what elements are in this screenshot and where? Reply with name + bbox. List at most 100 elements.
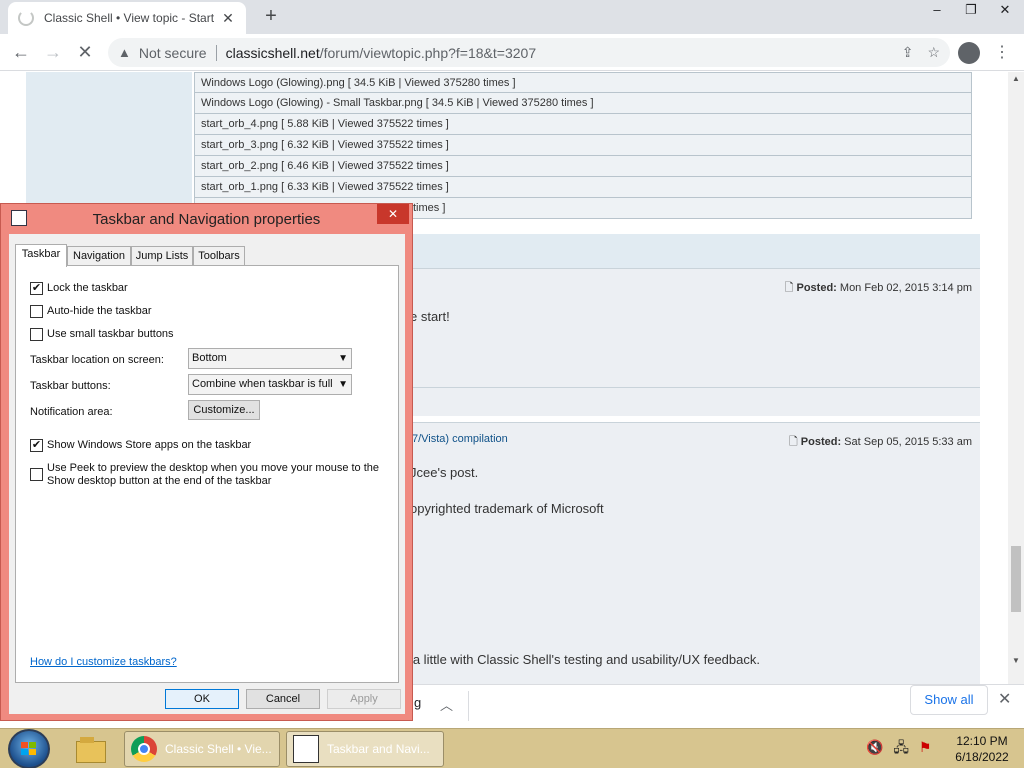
network-icon[interactable]: 🖧 (893, 739, 909, 755)
minimize-button[interactable]: – (920, 0, 954, 22)
action-center-icon[interactable]: ⚑ (919, 739, 932, 755)
security-label[interactable]: Not secure (139, 45, 207, 61)
apply-button[interactable]: Apply (327, 689, 401, 709)
chevron-up-icon[interactable]: ︿ (440, 695, 453, 714)
taskbar-task-properties[interactable]: Taskbar and Navi... (286, 731, 444, 767)
clock-time: 12:10 PM (956, 734, 1008, 748)
new-tab-button[interactable]: + (260, 6, 282, 28)
ok-button[interactable]: OK (165, 689, 239, 709)
checkbox-box[interactable]: ✔ (30, 439, 43, 452)
select-value: Combine when taskbar is full (192, 378, 333, 390)
system-tray: 🔇 🖧 ⚑ (866, 737, 931, 761)
tab-jump-lists[interactable]: Jump Lists (131, 246, 193, 266)
checkbox-label: Show Windows Store apps on the taskbar (47, 439, 252, 451)
address-bar[interactable]: ▲ Not secure classicshell.net/forum/view… (108, 38, 950, 67)
post-subject-link[interactable]: 7/Vista) compilation (412, 433, 508, 445)
warning-icon[interactable]: ▲ (118, 45, 131, 60)
browser-tab[interactable]: Classic Shell • View topic - Start ✕ (8, 2, 246, 34)
checkbox-label: Use Peek to preview the desktop when you… (47, 462, 380, 487)
forward-arrow-icon[interactable]: → (40, 40, 66, 66)
cancel-button[interactable]: Cancel (246, 689, 320, 709)
posted-label: Posted: (800, 436, 842, 448)
browser-toolbar: ← → ✕ ▲ Not secure classicshell.net/foru… (0, 34, 1024, 71)
omnibox-divider (215, 44, 217, 61)
clock-date: 6/18/2022 (955, 750, 1009, 764)
attachment-item[interactable]: start_orb_2.png [ 6.46 KiB | Viewed 3755… (194, 156, 972, 177)
post-date: 🗋 Posted: Mon Feb 02, 2015 3:14 pm (785, 279, 972, 298)
posted-label: Posted: (796, 282, 837, 294)
buttons-label: Taskbar buttons: (30, 380, 111, 392)
small-buttons-checkbox[interactable]: Use small taskbar buttons (30, 328, 174, 341)
checkbox-box[interactable] (30, 468, 43, 481)
loading-spinner-icon (18, 10, 34, 26)
notification-label: Notification area: (30, 406, 113, 418)
bookmark-star-icon[interactable]: ☆ (927, 44, 940, 61)
lock-taskbar-checkbox[interactable]: ✔ Lock the taskbar (30, 282, 128, 295)
start-button[interactable] (8, 729, 50, 768)
help-link[interactable]: How do I customize taskbars? (30, 656, 177, 668)
checkbox-box[interactable] (30, 328, 43, 341)
download-item-label[interactable]: g (414, 695, 421, 710)
checkbox-label: Lock the taskbar (47, 282, 128, 294)
taskbar-tab-panel: ✔ Lock the taskbar Auto-hide the taskbar… (15, 265, 399, 683)
buttons-select[interactable]: Combine when taskbar is full ▼ (188, 374, 352, 395)
autohide-checkbox[interactable]: Auto-hide the taskbar (30, 305, 152, 318)
attachment-item[interactable]: Windows Logo (Glowing).png [ 34.5 KiB | … (194, 72, 972, 93)
location-select[interactable]: Bottom ▼ (188, 348, 352, 369)
task-label: Classic Shell • Vie... (165, 742, 272, 756)
download-divider (468, 691, 469, 721)
profile-avatar-icon[interactable] (958, 42, 980, 64)
page-icon: 🗋 (784, 282, 794, 294)
tab-toolbars[interactable]: Toolbars (193, 246, 245, 266)
scroll-down-icon[interactable]: ▼ (1008, 656, 1024, 665)
dialog-title: Taskbar and Navigation properties (92, 211, 321, 228)
posted-date: Mon Feb 02, 2015 3:14 pm (839, 282, 972, 294)
windows-taskbar: Classic Shell • Vie... Taskbar and Navi.… (0, 728, 1024, 768)
window-close-button[interactable]: ✕ (988, 0, 1022, 22)
tab-navigation[interactable]: Navigation (67, 246, 131, 266)
back-arrow-icon[interactable]: ← (8, 40, 34, 66)
share-icon[interactable]: ⇪ (902, 44, 914, 61)
taskbar-properties-icon (293, 735, 319, 763)
page-icon: 🗋 (788, 436, 798, 448)
stop-loading-icon[interactable]: ✕ (72, 40, 98, 66)
attachment-item[interactable]: start_orb_1.png [ 6.33 KiB | Viewed 3755… (194, 177, 972, 198)
tab-taskbar[interactable]: Taskbar (15, 244, 67, 267)
volume-muted-icon[interactable]: 🔇 (866, 739, 883, 755)
select-value: Bottom (192, 352, 227, 364)
store-apps-checkbox[interactable]: ✔ Show Windows Store apps on the taskbar (30, 439, 251, 452)
download-bar-close-icon[interactable]: ✕ (998, 689, 1011, 709)
restore-button[interactable]: ❐ (954, 0, 988, 22)
browser-tab-strip: Classic Shell • View topic - Start ✕ + –… (0, 0, 1024, 34)
tab-close-icon[interactable]: ✕ (220, 10, 236, 27)
more-menu-icon[interactable]: ⋮ (994, 42, 1010, 62)
taskbar-task-chrome[interactable]: Classic Shell • Vie... (124, 731, 280, 767)
scroll-thumb[interactable] (1011, 546, 1021, 612)
properties-dialog: Taskbar and Navigation properties ✕ Task… (0, 203, 413, 721)
post-body-line: d a little with Classic Shell's testing … (402, 652, 760, 667)
dialog-close-button[interactable]: ✕ (377, 204, 409, 224)
post-divider (410, 387, 980, 388)
customize-button[interactable]: Customize... (188, 400, 260, 420)
post-date: 🗋 Posted: Sat Sep 05, 2015 5:33 am (789, 433, 972, 452)
file-explorer-icon[interactable] (72, 733, 112, 767)
tab-title: Classic Shell • View topic - Start (44, 11, 215, 25)
attachment-item[interactable]: start_orb_3.png [ 6.32 KiB | Viewed 3755… (194, 135, 972, 156)
attachment-item[interactable]: start_orb_4.png [ 5.88 KiB | Viewed 3755… (194, 114, 972, 135)
windows-logo-icon (21, 742, 37, 756)
peek-checkbox[interactable]: Use Peek to preview the desktop when you… (30, 462, 380, 488)
attachment-item[interactable]: Windows Logo (Glowing) - Small Taskbar.p… (194, 93, 972, 114)
chevron-down-icon: ▼ (338, 353, 348, 364)
url-host: classicshell.net (225, 44, 320, 61)
scroll-up-icon[interactable]: ▲ (1008, 74, 1024, 83)
checkbox-label: Auto-hide the taskbar (47, 305, 152, 317)
checkbox-box[interactable]: ✔ (30, 282, 43, 295)
page-scrollbar[interactable]: ▲ ▼ (1008, 72, 1024, 684)
checkbox-box[interactable] (30, 305, 43, 318)
chevron-down-icon: ▼ (338, 379, 348, 390)
url-path: /forum/viewtopic.php?f=18&t=3207 (319, 44, 537, 61)
dialog-titlebar[interactable]: Taskbar and Navigation properties (1, 204, 412, 234)
system-clock[interactable]: 12:10 PM 6/18/2022 (950, 733, 1014, 765)
url-text[interactable]: classicshell.net/forum/viewtopic.php?f=1… (226, 45, 888, 61)
show-all-button[interactable]: Show all (910, 685, 988, 715)
